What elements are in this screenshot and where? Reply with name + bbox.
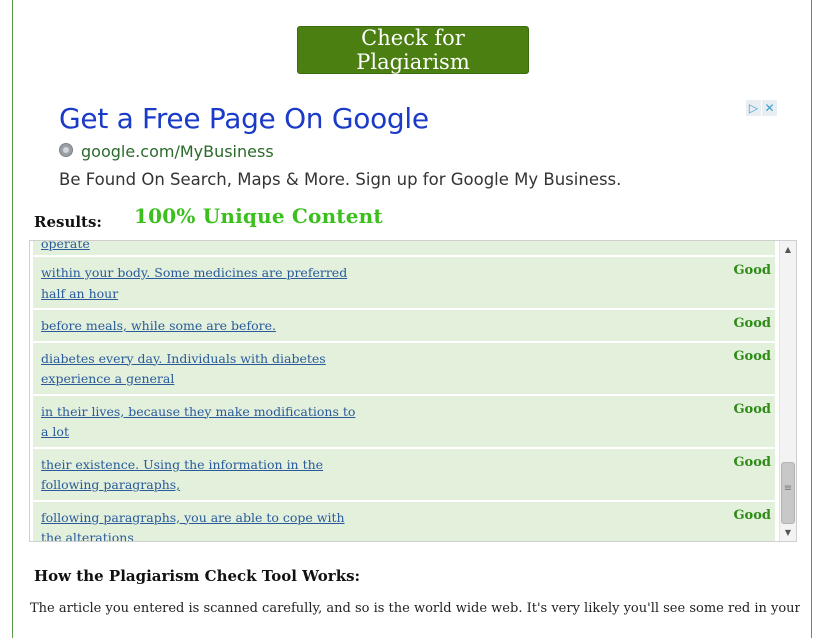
adchoices-play-icon[interactable]: ▷ [746,100,761,116]
result-status: Good [733,507,771,523]
how-it-works-text: The article you entered is scanned caref… [30,601,800,616]
result-row: in their lives, because they make modifi… [33,395,775,447]
globe-icon [59,143,73,157]
result-status: Good [733,316,771,331]
unique-content-badge: 100% Unique Content [134,204,383,228]
result-status: Good [733,401,771,417]
results-scrollbar[interactable]: ▲ ▼ [779,241,796,541]
result-status: Good [733,263,771,278]
check-plagiarism-button[interactable]: Check for Plagiarism [297,26,529,74]
result-text-link[interactable]: in their lives, because they make modifi… [41,402,361,443]
result-row: diabetes every day. Individuals with dia… [33,342,775,394]
google-ad[interactable]: Get a Free Page On Google google.com/MyB… [30,96,790,202]
ad-description: Be Found On Search, Maps & More. Sign up… [59,170,622,189]
result-status: Good [733,348,771,364]
scroll-down-arrow-icon[interactable]: ▼ [780,526,796,540]
how-it-works-heading: How the Plagiarism Check Tool Works: [34,567,361,585]
result-row: within your body. Some medicines are pre… [33,257,775,308]
result-row: operate [33,241,775,255]
adchoices-close-icon[interactable]: ✕ [762,100,777,116]
scroll-thumb[interactable] [781,462,795,524]
result-status: Good [733,454,771,470]
result-text-link[interactable]: diabetes every day. Individuals with dia… [41,349,361,390]
result-text-link[interactable]: their existence. Using the information i… [41,455,361,496]
results-label: Results: [34,213,102,231]
result-row: their existence. Using the information i… [33,448,775,500]
ad-url-link[interactable]: google.com/MyBusiness [81,142,274,161]
result-text-link[interactable]: before meals, while some are before. [41,316,361,337]
results-list[interactable]: operate within your body. Some medicines… [29,240,797,542]
adchoices[interactable]: ▷ ✕ [746,100,777,116]
result-text-link[interactable]: operate [41,241,361,255]
result-text-link[interactable]: following paragraphs, you are able to co… [41,508,361,542]
ad-title-link[interactable]: Get a Free Page On Google [59,102,429,135]
scroll-up-arrow-icon[interactable]: ▲ [780,243,796,257]
result-text-link[interactable]: within your body. Some medicines are pre… [41,263,361,304]
result-row: following paragraphs, you are able to co… [33,501,775,542]
result-row: before meals, while some are before. Goo… [33,310,775,341]
